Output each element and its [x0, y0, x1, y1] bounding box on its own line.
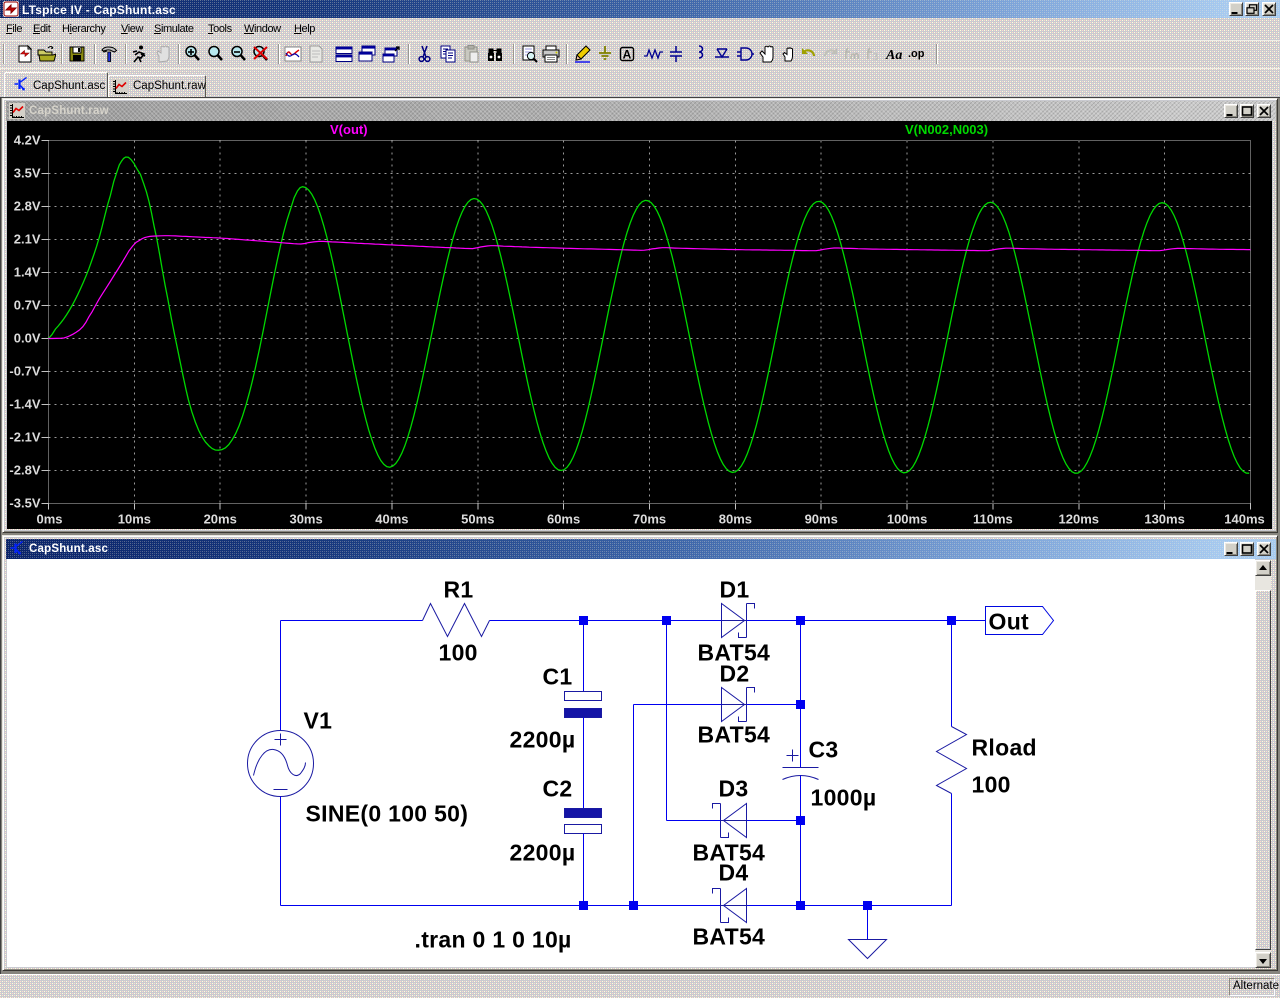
svg-text:D2: D2 — [720, 661, 750, 687]
svg-text:D1: D1 — [720, 577, 750, 603]
svg-text:V(out): V(out) — [330, 122, 368, 137]
svg-text:-0.7V: -0.7V — [9, 364, 40, 379]
svg-text:100ms: 100ms — [887, 512, 927, 527]
svg-text:90ms: 90ms — [805, 512, 838, 527]
svg-text:0.0V: 0.0V — [14, 331, 41, 346]
svg-text:50ms: 50ms — [461, 512, 494, 527]
svg-text:40ms: 40ms — [375, 512, 408, 527]
svg-text:130ms: 130ms — [1144, 512, 1184, 527]
svg-text:140ms: 140ms — [1224, 512, 1264, 527]
svg-text:D3: D3 — [719, 776, 749, 802]
svg-text:2200µ: 2200µ — [510, 727, 576, 753]
svg-text:30ms: 30ms — [289, 512, 322, 527]
svg-text:C3: C3 — [809, 737, 839, 763]
svg-text:2.1V: 2.1V — [14, 232, 41, 247]
svg-text:100: 100 — [972, 772, 1011, 798]
svg-text:-2.1V: -2.1V — [9, 430, 40, 445]
svg-text:4.2V: 4.2V — [14, 133, 41, 148]
svg-text:Rload: Rload — [972, 735, 1037, 761]
svg-text:V(N002,N003): V(N002,N003) — [905, 122, 988, 137]
svg-text:3: 3 — [873, 52, 878, 63]
svg-text:R1: R1 — [444, 577, 474, 603]
svg-text:SINE(0 100 50): SINE(0 100 50) — [306, 801, 469, 827]
svg-text:70ms: 70ms — [633, 512, 666, 527]
svg-text:.op: .op — [908, 48, 925, 60]
svg-text:BAT54: BAT54 — [693, 924, 766, 950]
svg-text:1.4V: 1.4V — [14, 265, 41, 280]
svg-text:60ms: 60ms — [547, 512, 580, 527]
svg-text:-1.4V: -1.4V — [9, 397, 40, 412]
svg-text:2200µ: 2200µ — [510, 840, 576, 866]
svg-text:C1: C1 — [543, 664, 573, 690]
svg-text:BAT54: BAT54 — [698, 722, 771, 748]
svg-text:120ms: 120ms — [1059, 512, 1099, 527]
svg-text:2.8V: 2.8V — [14, 199, 41, 214]
svg-text:10ms: 10ms — [118, 512, 151, 527]
svg-text:A: A — [623, 48, 632, 62]
svg-text:.tran 0 1 0 10µ: .tran 0 1 0 10µ — [415, 927, 572, 953]
svg-text:V1: V1 — [304, 708, 333, 734]
svg-text:Aa: Aa — [885, 48, 902, 63]
svg-text:3.5V: 3.5V — [14, 166, 41, 181]
svg-text:Out: Out — [989, 609, 1030, 635]
svg-text:0.7V: 0.7V — [14, 298, 41, 313]
svg-text:D4: D4 — [719, 860, 749, 886]
svg-text:1000µ: 1000µ — [811, 785, 877, 811]
svg-text:C2: C2 — [543, 776, 573, 802]
svg-text:100: 100 — [439, 640, 478, 666]
svg-text:0ms: 0ms — [36, 512, 62, 527]
svg-text:-2.8V: -2.8V — [9, 463, 40, 478]
svg-text:110ms: 110ms — [973, 512, 1013, 527]
svg-text:-3.5V: -3.5V — [9, 496, 40, 511]
svg-text:20ms: 20ms — [204, 512, 237, 527]
svg-text:80ms: 80ms — [719, 512, 752, 527]
